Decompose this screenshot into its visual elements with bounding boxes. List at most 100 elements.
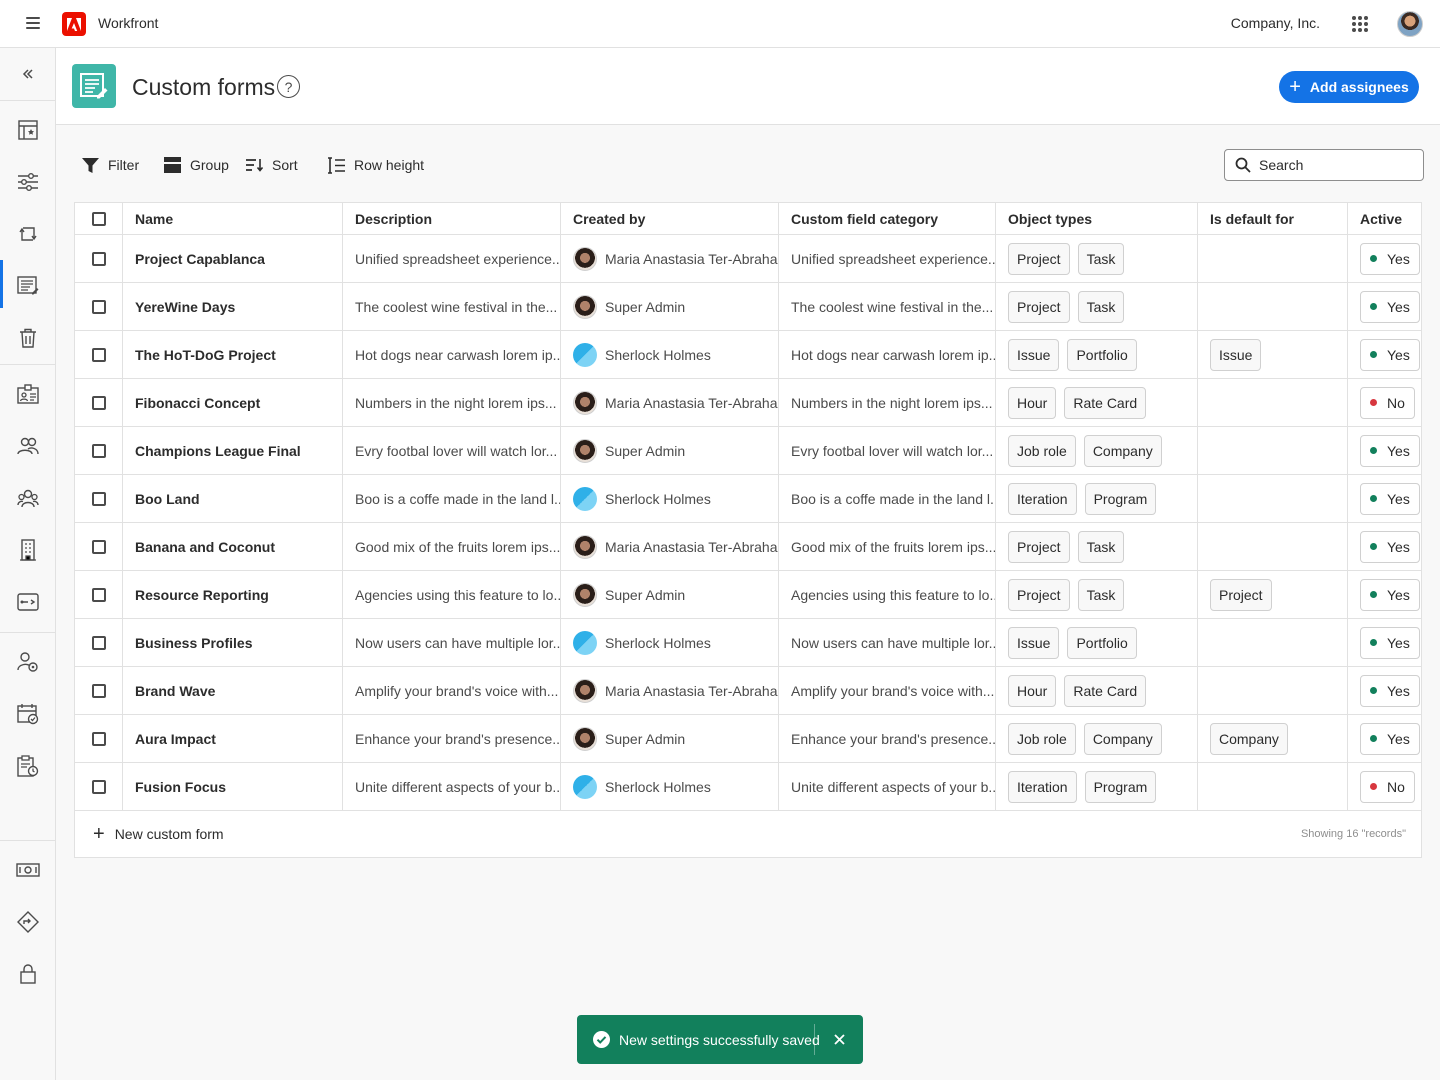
- table-row[interactable]: Fusion Focus Unite different aspects of y…: [75, 763, 1421, 811]
- table-row[interactable]: Champions League Final Evry footbal lover…: [75, 427, 1421, 475]
- column-header-default-for[interactable]: Is default for: [1197, 203, 1347, 235]
- teams-icon[interactable]: [0, 472, 56, 524]
- filter-button[interactable]: Filter: [82, 155, 139, 175]
- trash-icon[interactable]: [0, 312, 56, 364]
- row-name[interactable]: Fusion Focus: [122, 763, 342, 810]
- status-badge[interactable]: Yes: [1360, 290, 1420, 323]
- row-name[interactable]: The HoT-DoG Project: [122, 331, 342, 378]
- row-checkbox[interactable]: [91, 299, 106, 314]
- row-description: Hot dogs near carwash lorem ip...: [342, 331, 560, 378]
- row-name[interactable]: Resource Reporting: [122, 571, 342, 618]
- custom-forms-icon[interactable]: [0, 260, 56, 312]
- created-by-name: Sherlock Holmes: [605, 490, 711, 507]
- row-name[interactable]: YereWine Days: [122, 283, 342, 330]
- row-name[interactable]: Aura Impact: [122, 715, 342, 762]
- row-name[interactable]: Business Profiles: [122, 619, 342, 666]
- sort-icon: [246, 159, 263, 172]
- adobe-logo[interactable]: [62, 12, 86, 36]
- column-header-name[interactable]: Name: [122, 203, 342, 235]
- table-row[interactable]: Banana and Coconut Good mix of the fruits…: [75, 523, 1421, 571]
- diamond-route-icon[interactable]: [0, 896, 56, 948]
- row-name[interactable]: Boo Land: [122, 475, 342, 522]
- status-badge[interactable]: Yes: [1360, 482, 1420, 515]
- add-assignees-button[interactable]: + Add assignees: [1279, 71, 1419, 103]
- app-name[interactable]: Workfront: [98, 15, 158, 31]
- row-checkbox[interactable]: [91, 443, 106, 458]
- search-input[interactable]: Search: [1224, 149, 1424, 181]
- help-icon[interactable]: ?: [277, 75, 300, 98]
- column-header-active[interactable]: Active: [1347, 203, 1421, 235]
- status-badge[interactable]: Yes: [1360, 434, 1420, 467]
- table-row[interactable]: Boo Land Boo is a coffe made in the land …: [75, 475, 1421, 523]
- row-checkbox[interactable]: [91, 395, 106, 410]
- column-header-description[interactable]: Description: [342, 203, 560, 235]
- apps-grid-icon[interactable]: [1352, 16, 1368, 32]
- clipboard-clock-icon[interactable]: [0, 740, 56, 792]
- close-icon[interactable]: [830, 1030, 848, 1048]
- status-badge[interactable]: Yes: [1360, 578, 1420, 611]
- collapse-icon[interactable]: [0, 48, 56, 101]
- money-icon[interactable]: [0, 844, 56, 896]
- row-checkbox[interactable]: [91, 347, 106, 362]
- row-name[interactable]: Project Capablanca: [122, 235, 342, 282]
- row-name[interactable]: Fibonacci Concept: [122, 379, 342, 426]
- sort-button[interactable]: Sort: [246, 155, 298, 175]
- routing-icon[interactable]: [0, 576, 56, 628]
- status-badge[interactable]: Yes: [1360, 722, 1420, 755]
- status-label: Yes: [1387, 250, 1410, 267]
- menu-icon[interactable]: [26, 17, 40, 29]
- column-header-object-types[interactable]: Object types: [995, 203, 1197, 235]
- table-row[interactable]: Business Profiles Now users can have mult…: [75, 619, 1421, 667]
- table-row[interactable]: Brand Wave Amplify your brand's voice wit…: [75, 667, 1421, 715]
- table-row[interactable]: Fibonacci Concept Numbers in the night lo…: [75, 379, 1421, 427]
- people-icon[interactable]: [0, 420, 56, 472]
- row-name[interactable]: Champions League Final: [122, 427, 342, 474]
- table-row[interactable]: The HoT-DoG Project Hot dogs near carwash…: [75, 331, 1421, 379]
- row-checkbox[interactable]: [91, 635, 106, 650]
- row-object-types: Job role Company: [995, 715, 1197, 762]
- group-button[interactable]: Group: [164, 155, 229, 175]
- status-badge[interactable]: Yes: [1360, 626, 1420, 659]
- row-height-button[interactable]: Row height: [328, 155, 424, 175]
- status-badge[interactable]: Yes: [1360, 242, 1420, 275]
- id-card-icon[interactable]: [0, 368, 56, 420]
- column-header-created-by[interactable]: Created by: [560, 203, 778, 235]
- settings-sliders-icon[interactable]: [0, 156, 56, 208]
- user-settings-icon[interactable]: [0, 636, 56, 688]
- object-type-tag: Project: [1008, 290, 1070, 323]
- row-name[interactable]: Brand Wave: [122, 667, 342, 714]
- status-badge[interactable]: No: [1360, 386, 1415, 419]
- table-row[interactable]: YereWine Days The coolest wine festival i…: [75, 283, 1421, 331]
- building-icon[interactable]: [0, 524, 56, 576]
- row-checkbox[interactable]: [91, 491, 106, 506]
- status-badge[interactable]: Yes: [1360, 530, 1420, 563]
- table-row[interactable]: Aura Impact Enhance your brand's presence…: [75, 715, 1421, 763]
- select-all-checkbox[interactable]: [91, 211, 106, 226]
- row-name[interactable]: Banana and Coconut: [122, 523, 342, 570]
- row-object-types: Project Task: [995, 283, 1197, 330]
- row-description: Now users can have multiple lor...: [342, 619, 560, 666]
- row-select-cell: [75, 667, 122, 714]
- row-checkbox[interactable]: [91, 731, 106, 746]
- status-badge[interactable]: Yes: [1360, 674, 1420, 707]
- user-avatar[interactable]: [1397, 11, 1423, 37]
- object-type-tag: Job role: [1008, 722, 1076, 755]
- table-row[interactable]: Resource Reporting Agencies using this fe…: [75, 571, 1421, 619]
- row-checkbox[interactable]: [91, 587, 106, 602]
- row-checkbox[interactable]: [91, 251, 106, 266]
- new-custom-form-button[interactable]: + New custom form: [93, 824, 224, 844]
- column-header-category[interactable]: Custom field category: [778, 203, 995, 235]
- row-checkbox[interactable]: [91, 539, 106, 554]
- object-type-tag: Iteration: [1008, 482, 1077, 515]
- workflow-icon[interactable]: [0, 208, 56, 260]
- object-type-tag: Issue: [1008, 626, 1060, 659]
- table-row[interactable]: Project Capablanca Unified spreadsheet ex…: [75, 235, 1421, 283]
- status-badge[interactable]: Yes: [1360, 338, 1420, 371]
- row-checkbox[interactable]: [91, 683, 106, 698]
- status-badge[interactable]: No: [1360, 770, 1415, 803]
- row-checkbox[interactable]: [91, 779, 106, 794]
- calendar-check-icon[interactable]: [0, 688, 56, 740]
- home-dashboard-icon[interactable]: [0, 104, 56, 156]
- lock-icon[interactable]: [0, 948, 56, 1000]
- new-custom-form-label: New custom form: [114, 826, 224, 842]
